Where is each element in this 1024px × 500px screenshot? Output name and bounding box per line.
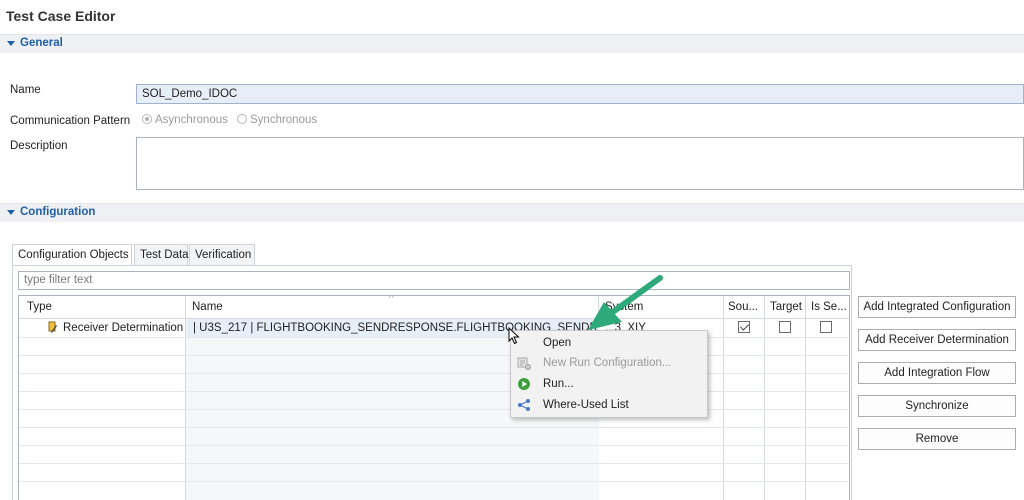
header-name[interactable]: Name [192, 301, 223, 313]
header-type[interactable]: Type [27, 301, 52, 313]
radio-synchronous-indicator[interactable] [237, 114, 247, 124]
run-config-icon [517, 356, 531, 370]
communication-pattern-label: Communication Pattern [10, 115, 131, 127]
row-divider [19, 463, 849, 464]
sort-caret-icon[interactable]: ^ [389, 296, 394, 304]
row-divider [19, 337, 849, 338]
radio-synchronous[interactable]: Synchronous [237, 114, 317, 126]
tab-verification[interactable]: Verification [189, 244, 255, 266]
row-divider [19, 409, 849, 410]
name-input[interactable]: SOL_Demo_IDOC [136, 84, 1024, 104]
collapse-triangle-icon[interactable] [7, 41, 15, 46]
radio-asynchronous[interactable]: Asynchronous [142, 114, 228, 126]
name-label: Name [10, 84, 41, 96]
description-label: Description [10, 140, 68, 152]
add-integration-flow-button[interactable]: Add Integration Flow [858, 362, 1016, 384]
row-divider [19, 391, 849, 392]
configuration-section-label: Configuration [20, 206, 96, 218]
mouse-cursor-icon [508, 326, 520, 348]
receiver-determination-icon [47, 321, 58, 333]
annotation-arrow-icon [570, 272, 670, 345]
header-source[interactable]: Sou... [728, 301, 762, 313]
menu-item-run-label: Run... [543, 378, 574, 390]
menu-item-new-run-configuration[interactable]: New Run Configuration... [511, 353, 707, 373]
where-used-icon [517, 398, 531, 412]
synchronize-button[interactable]: Synchronize [858, 395, 1016, 417]
cell-type[interactable]: Receiver Determination [63, 322, 183, 334]
menu-item-open-label: Open [543, 337, 572, 349]
description-input[interactable] [136, 137, 1024, 190]
row-divider [19, 481, 849, 482]
header-target[interactable]: Target [770, 301, 802, 313]
is-sender-checkbox[interactable] [820, 321, 832, 333]
target-checkbox[interactable] [779, 321, 791, 333]
radio-asynchronous-label: Asynchronous [155, 114, 228, 126]
radio-synchronous-label: Synchronous [250, 114, 318, 126]
configuration-objects-table: Type Name ^ System Sou... Target Is Se..… [18, 295, 850, 500]
row-divider [19, 445, 849, 446]
menu-item-where-used-list[interactable]: Where-Used List [511, 395, 707, 415]
remove-button[interactable]: Remove [858, 428, 1016, 450]
radio-asynchronous-indicator[interactable] [142, 114, 152, 124]
general-section-header[interactable]: General [0, 34, 1024, 53]
menu-item-where-used-list-label: Where-Used List [543, 399, 629, 411]
source-checkbox[interactable] [738, 321, 750, 333]
row-divider [19, 427, 849, 428]
menu-item-run[interactable]: Run... [511, 374, 707, 394]
row-divider [19, 373, 849, 374]
menu-item-new-run-configuration-label: New Run Configuration... [543, 357, 672, 369]
configuration-section-header[interactable]: Configuration [0, 203, 1024, 222]
run-icon [517, 377, 531, 391]
header-is-sender[interactable]: Is Se... [811, 301, 849, 313]
add-integrated-configuration-button[interactable]: Add Integrated Configuration [858, 296, 1016, 318]
tab-test-data[interactable]: Test Data [134, 244, 189, 266]
tab-configuration-objects[interactable]: Configuration Objects [12, 244, 132, 267]
general-section-label: General [20, 37, 63, 49]
collapse-triangle-icon[interactable] [7, 210, 15, 215]
filter-input[interactable]: type filter text [18, 271, 850, 290]
editor-title: Test Case Editor [6, 8, 116, 24]
row-divider [19, 355, 849, 356]
add-receiver-determination-button[interactable]: Add Receiver Determination [858, 329, 1016, 351]
